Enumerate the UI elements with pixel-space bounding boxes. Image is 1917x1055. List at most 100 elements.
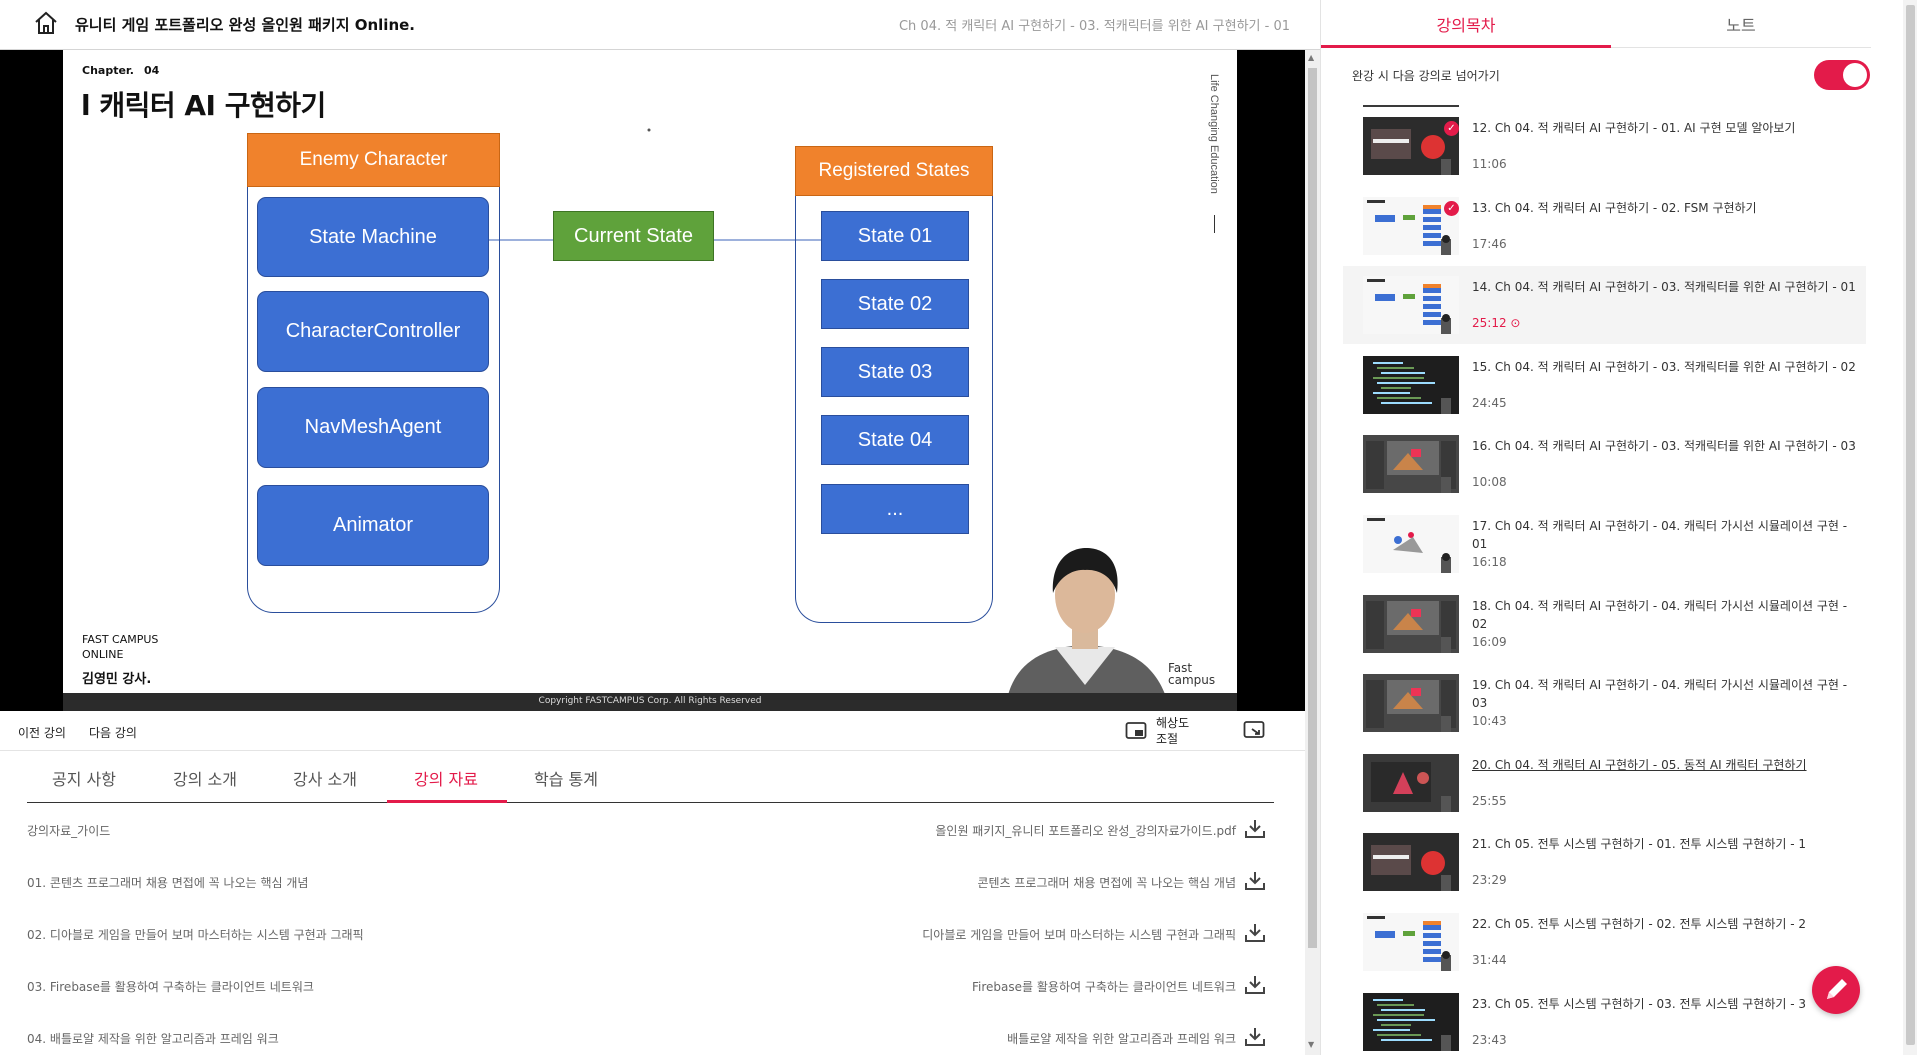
tab-curriculum[interactable]: 강의목차 bbox=[1321, 0, 1611, 48]
panel-scrollbar[interactable] bbox=[1903, 0, 1917, 1055]
lecture-duration-value: 16:18 bbox=[1472, 555, 1507, 569]
next-lecture-button[interactable]: 다음 강의 bbox=[89, 724, 137, 741]
lecture-duration: 17:46 bbox=[1472, 237, 1507, 251]
video-player[interactable]: Chapter. 04 l 캐릭터 AI 구현하기 Life Changing E… bbox=[0, 50, 1305, 711]
tab-notes[interactable]: 노트 bbox=[1611, 0, 1871, 48]
lecture-item[interactable]: ✓ 12. Ch 04. 적 캐릭터 AI 구현하기 - 01. AI 구현 모델… bbox=[1343, 107, 1866, 185]
lecture-title: 21. Ch 05. 전투 시스템 구현하기 - 01. 전투 시스템 구현하기… bbox=[1472, 837, 1807, 852]
lecture-item[interactable]: 19. Ch 04. 적 캐릭터 AI 구현하기 - 04. 캐릭터 가시선 시… bbox=[1343, 664, 1866, 742]
material-title: 02. 디아블로 게임을 만들어 보며 마스터하는 시스템 구현과 그래픽 bbox=[27, 928, 364, 942]
lecture-item[interactable]: 21. Ch 05. 전투 시스템 구현하기 - 01. 전투 시스템 구현하기… bbox=[1343, 823, 1866, 901]
state-more-box: ... bbox=[821, 484, 969, 534]
presenter-video bbox=[1005, 547, 1170, 711]
tab-course-intro[interactable]: 강의 소개 bbox=[173, 766, 237, 790]
state-03-box: State 03 bbox=[821, 347, 969, 397]
lecture-thumbnail bbox=[1363, 674, 1459, 733]
main-column: 유니티 게임 포트폴리오 완성 올인원 패키지 Online. Ch 04. 적… bbox=[0, 0, 1320, 1055]
lecture-title: 14. Ch 04. 적 캐릭터 AI 구현하기 - 03. 적캐릭터를 위한 … bbox=[1472, 280, 1856, 295]
copyright-text: Copyright FASTCAMPUS Corp. All Rights Re… bbox=[538, 696, 762, 706]
lecture-thumbnail bbox=[1363, 913, 1459, 971]
slide-organization: FAST CAMPUS ONLINE bbox=[82, 632, 158, 662]
state-machine-box: State Machine bbox=[257, 197, 489, 277]
download-icon[interactable] bbox=[1244, 871, 1266, 891]
home-icon[interactable] bbox=[33, 11, 59, 35]
tab-notices[interactable]: 공지 사항 bbox=[52, 766, 116, 790]
lecture-duration-value: 17:46 bbox=[1472, 236, 1507, 251]
lecture-item[interactable]: 15. Ch 04. 적 캐릭터 AI 구현하기 - 03. 적캐릭터를 위한 … bbox=[1343, 346, 1866, 424]
state-02-box: State 02 bbox=[821, 279, 969, 329]
lecture-title: 23. Ch 05. 전투 시스템 구현하기 - 03. 전투 시스템 구현하기… bbox=[1472, 996, 1807, 1011]
lecture-thumbnail bbox=[1363, 833, 1459, 892]
lecture-item[interactable]: 18. Ch 04. 적 캐릭터 AI 구현하기 - 04. 캐릭터 가시선 시… bbox=[1343, 585, 1866, 663]
copyright-bar: Copyright FASTCAMPUS Corp. All Rights Re… bbox=[63, 693, 1237, 711]
download-icon[interactable] bbox=[1244, 923, 1266, 943]
lecture-duration: 16:18 bbox=[1472, 555, 1507, 569]
scroll-down-arrow[interactable]: ▼ bbox=[1308, 1040, 1314, 1049]
lecture-thumbnail bbox=[1363, 276, 1459, 335]
lecture-duration-value: 11:06 bbox=[1472, 157, 1507, 171]
page-scrollbar[interactable]: ▲ ▼ bbox=[1305, 50, 1320, 1055]
download-icon[interactable] bbox=[1244, 1027, 1266, 1047]
page-scrollbar-thumb[interactable] bbox=[1308, 68, 1317, 948]
toggle-knob bbox=[1843, 63, 1867, 87]
lecture-duration: 10:43 bbox=[1472, 714, 1507, 728]
lecture-title: 22. Ch 05. 전투 시스템 구현하기 - 02. 전투 시스템 구현하기… bbox=[1472, 917, 1807, 931]
lecture-duration: 31:44 bbox=[1472, 953, 1507, 967]
lecture-item[interactable]: 23. Ch 05. 전투 시스템 구현하기 - 03. 전투 시스템 구현하기… bbox=[1343, 983, 1866, 1055]
autoplay-toggle[interactable] bbox=[1814, 60, 1870, 90]
material-title: 강의자료_가이드 bbox=[27, 824, 111, 838]
completed-check-icon: ✓ bbox=[1444, 200, 1459, 216]
lecture-title: 20. Ch 04. 적 캐릭터 AI 구현하기 - 05. 동적 AI 캐릭터… bbox=[1472, 757, 1807, 772]
lecture-duration: 23:29 bbox=[1472, 873, 1507, 887]
resolution-label-line2: 조절 bbox=[1156, 732, 1179, 746]
lecture-item[interactable]: 22. Ch 05. 전투 시스템 구현하기 - 02. 전투 시스템 구현하기… bbox=[1343, 903, 1866, 981]
download-icon[interactable] bbox=[1244, 819, 1266, 839]
material-file-name[interactable]: 디아블로 게임을 만들어 보며 마스터하는 시스템 구현과 그래픽 bbox=[922, 926, 1236, 943]
picture-in-picture-icon[interactable] bbox=[1125, 721, 1147, 741]
scroll-up-arrow[interactable]: ▲ bbox=[1308, 53, 1314, 62]
lecture-duration-value: 25:12 bbox=[1472, 316, 1507, 331]
lecture-title: 16. Ch 04. 적 캐릭터 AI 구현하기 - 03. 적캐릭터를 위한 … bbox=[1472, 439, 1856, 454]
lecture-item[interactable]: 14. Ch 04. 적 캐릭터 AI 구현하기 - 03. 적캐릭터를 위한 … bbox=[1343, 266, 1866, 345]
lecture-thumbnail bbox=[1363, 594, 1459, 653]
lecture-title: 12. Ch 04. 적 캐릭터 AI 구현하기 - 01. AI 구현 모델 … bbox=[1472, 121, 1796, 135]
lecture-duration-value: 10:08 bbox=[1472, 475, 1507, 490]
now-playing-icon: ⊙ bbox=[1506, 316, 1521, 331]
lecture-item[interactable]: ✓ 13. Ch 04. 적 캐릭터 AI 구현하기 - 02. FSM 구현하기… bbox=[1343, 187, 1866, 265]
write-note-button[interactable] bbox=[1812, 966, 1860, 1014]
character-controller-box: CharacterController bbox=[257, 291, 489, 372]
material-file-name[interactable]: Firebase를 활용하여 구축하는 클라이언트 네트워크 bbox=[972, 978, 1236, 995]
lecture-duration-value: 23:43 bbox=[1472, 1032, 1507, 1047]
lecture-title: 17. Ch 04. 적 캐릭터 AI 구현하기 - 04. 캐릭터 가시선 시… bbox=[1472, 519, 1848, 551]
lecture-duration-value: 24:45 bbox=[1472, 395, 1507, 410]
material-row: 04. 배틀로얄 제작을 위한 알고리즘과 프레임 워크 배틀로얄 제작을 위한… bbox=[27, 1027, 1274, 1055]
lecture-thumbnail bbox=[1363, 992, 1459, 1051]
animator-box: Animator bbox=[257, 485, 489, 566]
lecture-title: 19. Ch 04. 적 캐릭터 AI 구현하기 - 04. 캐릭터 가시선 시… bbox=[1472, 678, 1848, 711]
active-tab-indicator bbox=[387, 800, 507, 803]
lecture-item[interactable]: 16. Ch 04. 적 캐릭터 AI 구현하기 - 03. 적캐릭터를 위한 … bbox=[1343, 425, 1866, 503]
lecture-duration: 25:12 ⊙ bbox=[1472, 316, 1520, 330]
lecture-duration-value: 23:29 bbox=[1472, 873, 1507, 888]
tab-instructor-intro[interactable]: 강사 소개 bbox=[293, 766, 357, 790]
course-title: 유니티 게임 포트폴리오 완성 올인원 패키지 Online. bbox=[75, 16, 415, 34]
panel-scrollbar-thumb[interactable] bbox=[1906, 5, 1915, 1045]
lecture-breadcrumb: Ch 04. 적 캐릭터 AI 구현하기 - 03. 적캐릭터를 위한 AI 구… bbox=[898, 19, 1290, 34]
expand-icon[interactable] bbox=[1243, 720, 1265, 740]
lecture-item[interactable]: 20. Ch 04. 적 캐릭터 AI 구현하기 - 05. 동적 AI 캐릭터… bbox=[1343, 744, 1866, 822]
lecture-item[interactable]: 17. Ch 04. 적 캐릭터 AI 구현하기 - 04. 캐릭터 가시선 시… bbox=[1343, 505, 1866, 583]
material-file-name[interactable]: 콘텐츠 프로그래머 채용 면접에 꼭 나오는 핵심 개념 bbox=[977, 874, 1236, 891]
download-icon[interactable] bbox=[1244, 975, 1266, 995]
lecture-title: 13. Ch 04. 적 캐릭터 AI 구현하기 - 02. FSM 구현하기 bbox=[1472, 200, 1757, 215]
material-file-name[interactable]: 배틀로얄 제작을 위한 알고리즘과 프레임 워크 bbox=[1007, 1030, 1236, 1047]
tab-learning-stats[interactable]: 학습 통계 bbox=[534, 766, 598, 790]
lecture-thumbnail bbox=[1363, 355, 1459, 414]
curriculum-panel: 강의목차 노트 완강 시 다음 강의로 넘어가기 ✓ 12. Ch 04. 적 캐… bbox=[1320, 0, 1917, 1055]
material-row: 02. 디아블로 게임을 만들어 보며 마스터하는 시스템 구현과 그래픽 디아… bbox=[27, 923, 1274, 978]
material-file-name[interactable]: 올인원 패키지_유니티 포트폴리오 완성_강의자료가이드.pdf bbox=[935, 822, 1236, 839]
resolution-button[interactable]: 해상도 조절 bbox=[1156, 715, 1189, 747]
previous-lecture-button[interactable]: 이전 강의 bbox=[18, 724, 66, 741]
pencil-icon bbox=[1827, 979, 1847, 999]
material-row: 강의자료_가이드 올인원 패키지_유니티 포트폴리오 완성_강의자료가이드.pd… bbox=[27, 819, 1274, 874]
tab-materials[interactable]: 강의 자료 bbox=[414, 766, 478, 790]
